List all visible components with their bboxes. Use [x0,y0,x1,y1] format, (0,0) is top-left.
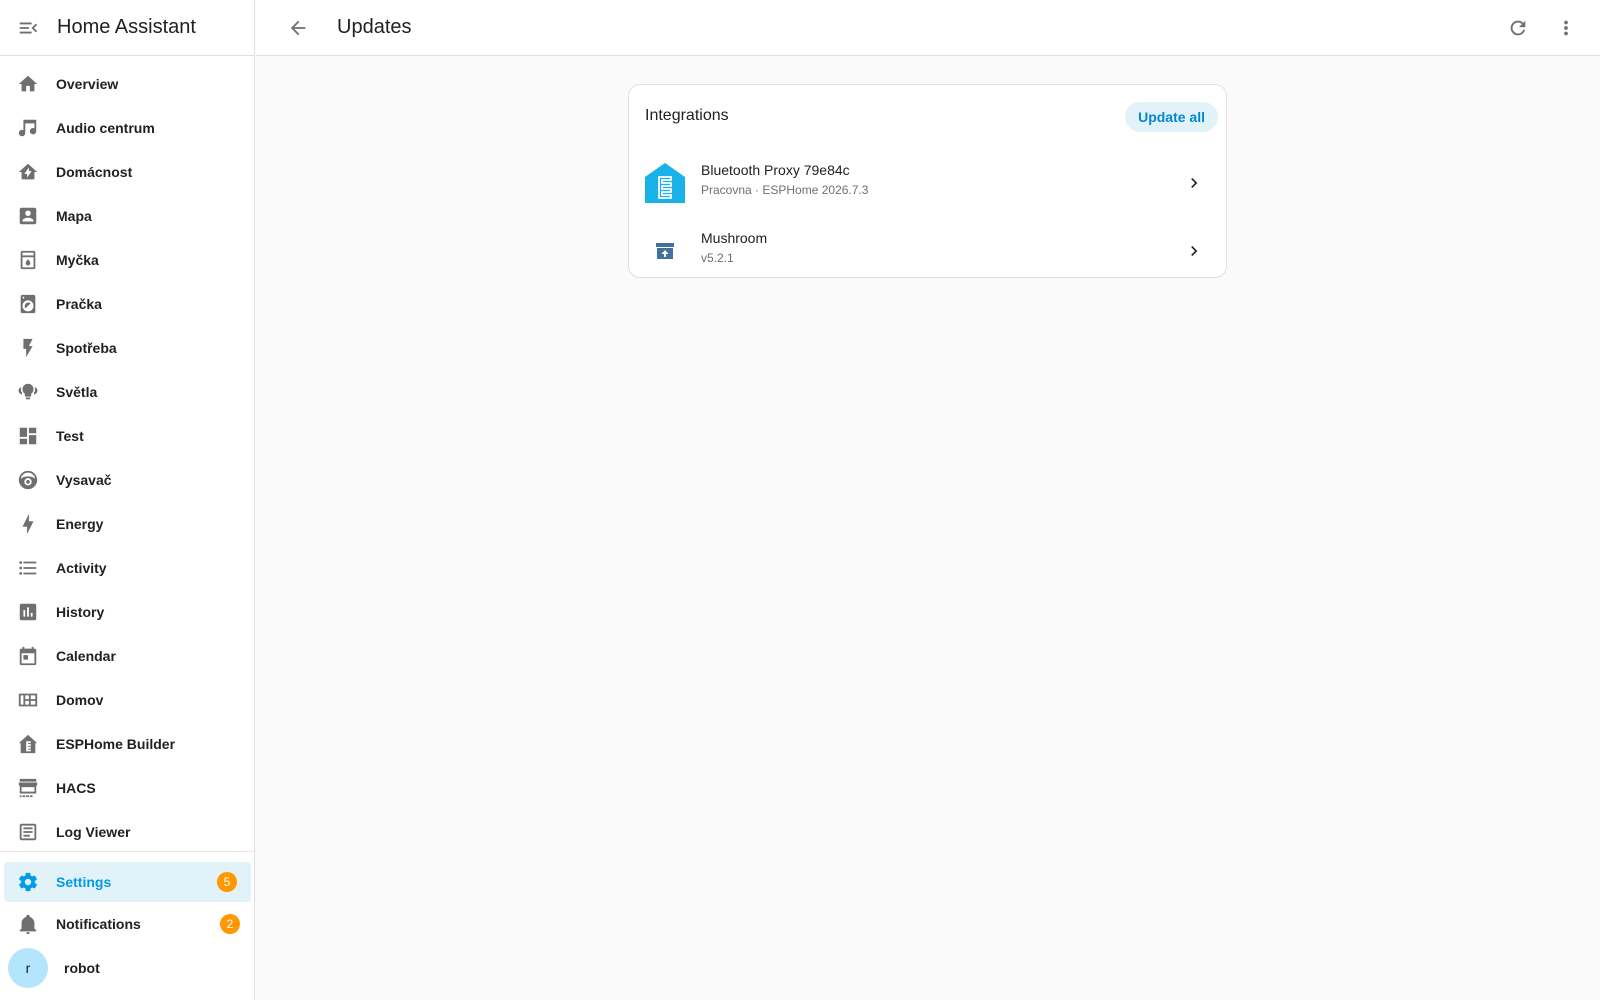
sidebar-header: Home Assistant [0,0,254,56]
update-item-bluetooth-proxy[interactable]: Bluetooth Proxy 79e84c Pracovna · ESPHom… [629,149,1226,217]
robot-vacuum-icon [17,469,39,491]
back-arrow-icon[interactable] [281,11,315,45]
card-title: Integrations [645,107,729,124]
sidebar-item-notifications[interactable]: Notifications 2 [0,902,254,946]
sidebar-item-label: History [56,604,105,620]
flash-icon [17,337,39,359]
sidebar-item-profile[interactable]: r robot [0,946,254,990]
sidebar: Home Assistant Overview Audio centrum Do… [0,0,255,1000]
sidebar-item-label: Mapa [56,208,92,224]
sidebar-item-svetla[interactable]: Světla [0,370,254,414]
card-header: Integrations Update all [629,85,1226,149]
sidebar-item-hacs[interactable]: HACS [0,766,254,810]
home-icon [17,73,39,95]
update-name: Bluetooth Proxy 79e84c [701,162,850,178]
sidebar-item-label: Vysavač [56,472,112,488]
update-name: Mushroom [701,230,768,246]
lightning-bolt-icon [17,513,39,535]
topbar-actions [1504,0,1580,56]
view-dashboard-icon [17,425,39,447]
update-detail: Pracovna · ESPHome 2026.7.3 [701,183,869,197]
sidebar-item-label: Test [56,428,84,444]
topbar: Updates [256,0,1600,56]
avatar: r [8,948,48,988]
calendar-icon [17,645,39,667]
sidebar-item-esphome-builder[interactable]: ESPHome Builder [0,722,254,766]
account-box-icon [17,205,39,227]
format-list-bulleted-icon [17,557,39,579]
settings-badge: 5 [217,872,237,892]
sidebar-item-mapa[interactable]: Mapa [0,194,254,238]
hacs-package-icon [645,231,685,271]
app-root: Home Assistant Overview Audio centrum Do… [0,0,1600,1000]
sidebar-item-overview[interactable]: Overview [0,62,254,106]
sidebar-item-label: Energy [56,516,104,532]
sidebar-item-test[interactable]: Test [0,414,254,458]
cog-icon [17,871,39,893]
sidebar-item-history[interactable]: History [0,590,254,634]
bell-icon [17,913,39,935]
lightbulb-group-icon [17,381,39,403]
sidebar-item-domacnost[interactable]: Domácnost [0,150,254,194]
sidebar-item-label: ESPHome Builder [56,736,176,752]
sidebar-item-audio-centrum[interactable]: Audio centrum [0,106,254,150]
update-all-button[interactable]: Update all [1125,102,1218,132]
home-lightning-icon [17,161,39,183]
sidebar-nav: Overview Audio centrum Domácnost Mapa My… [0,62,254,854]
dishwasher-icon [17,249,39,271]
text-box-icon [17,821,39,843]
sidebar-item-label: Myčka [56,252,99,268]
esphome-icon [17,733,39,755]
sidebar-item-label: Světla [56,384,98,400]
refresh-icon[interactable] [1504,14,1532,42]
sidebar-item-mycka[interactable]: Myčka [0,238,254,282]
sidebar-bottom: Settings 5 Notifications 2 r robot [0,851,254,1000]
washing-machine-icon [17,293,39,315]
sidebar-item-label: Settings [56,874,112,890]
more-vertical-icon[interactable] [1552,14,1580,42]
sidebar-item-log-viewer[interactable]: Log Viewer [0,810,254,854]
chevron-right-icon [1184,241,1204,261]
sidebar-item-label: Spotřeba [56,340,117,356]
user-name: robot [64,960,100,976]
sidebar-item-activity[interactable]: Activity [0,546,254,590]
chevron-right-icon [1184,173,1204,193]
sidebar-item-label: Overview [56,76,119,92]
sidebar-item-domov[interactable]: Domov [0,678,254,722]
chart-box-icon [17,601,39,623]
sidebar-item-label: Pračka [56,296,102,312]
sidebar-item-calendar[interactable]: Calendar [0,634,254,678]
integrations-card: Integrations Update all Bluetooth Proxy … [628,84,1227,278]
music-note-icon [17,117,39,139]
sidebar-item-label: Activity [56,560,107,576]
hacs-icon [17,777,39,799]
notifications-badge: 2 [220,914,240,934]
sidebar-item-energy[interactable]: Energy [0,502,254,546]
sidebar-item-label: Audio centrum [56,120,155,136]
sidebar-item-label: Log Viewer [56,824,131,840]
menu-collapse-icon[interactable] [17,17,39,39]
view-dashboard-variant-icon [17,689,39,711]
sidebar-item-vysavac[interactable]: Vysavač [0,458,254,502]
app-title: Home Assistant [57,16,196,38]
update-item-mushroom[interactable]: Mushroom v5.2.1 [629,217,1226,285]
sidebar-item-label: Calendar [56,648,116,664]
sidebar-item-label: HACS [56,780,96,796]
sidebar-item-pracka[interactable]: Pračka [0,282,254,326]
sidebar-item-label: Notifications [56,916,141,932]
update-detail: v5.2.1 [701,251,734,265]
sidebar-item-label: Domov [56,692,104,708]
sidebar-item-settings[interactable]: Settings 5 [4,862,251,902]
page-title: Updates [337,16,412,38]
sidebar-item-label: Domácnost [56,164,133,180]
esphome-logo-icon [645,163,685,203]
sidebar-item-spotreba[interactable]: Spotřeba [0,326,254,370]
